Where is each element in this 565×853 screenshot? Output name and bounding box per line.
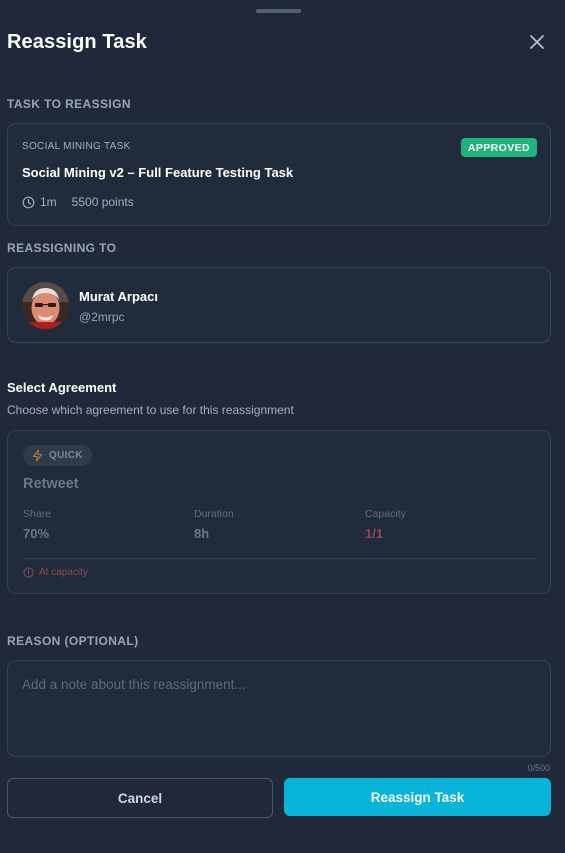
capacity-warning: At capacity	[23, 567, 88, 578]
agreement-option-retweet[interactable]: QUICK Retweet Share 70% Duration 8h Capa…	[7, 430, 551, 594]
quick-badge-label: QUICK	[49, 450, 83, 461]
assignee-card: Murat Arpacı @2mrpc	[7, 267, 551, 343]
capacity-warning-text: At capacity	[39, 567, 88, 578]
agreement-subheading: Choose which agreement to use for this r…	[7, 403, 294, 417]
assignee-handle: @2mrpc	[79, 310, 125, 324]
cancel-button[interactable]: Cancel	[7, 778, 273, 818]
agreement-heading: Select Agreement	[7, 380, 117, 395]
dialog-title: Reassign Task	[7, 30, 147, 53]
close-button[interactable]	[526, 31, 548, 53]
assignee-section-label: REASSIGNING TO	[7, 241, 117, 255]
status-badge: APPROVED	[460, 138, 537, 157]
capacity-label: Capacity	[365, 508, 406, 520]
alert-circle-icon	[23, 567, 34, 578]
duration-label: Duration	[194, 508, 234, 520]
task-type: SOCIAL MINING TASK	[22, 141, 131, 152]
avatar	[22, 282, 69, 329]
capacity-value: 1/1	[365, 526, 384, 541]
agreement-name: Retweet	[23, 476, 79, 492]
quick-badge: QUICK	[23, 445, 92, 466]
drag-handle[interactable]	[256, 9, 301, 13]
dialog-header: Reassign Task	[7, 30, 547, 54]
share-stat: Share 70%	[23, 508, 51, 541]
task-meta: 1m 5500 points	[22, 195, 134, 209]
task-title: Social Mining v2 – Full Feature Testing …	[22, 165, 294, 180]
task-card: SOCIAL MINING TASK APPROVED Social Minin…	[7, 123, 551, 226]
task-duration: 1m	[40, 195, 57, 209]
divider	[23, 558, 536, 559]
clock-icon	[22, 196, 35, 209]
task-points: 5500 points	[71, 195, 134, 209]
duration-value: 8h	[194, 526, 210, 541]
task-section-label: TASK TO REASSIGN	[7, 97, 131, 111]
close-icon	[530, 35, 544, 49]
reason-section-label: REASON (OPTIONAL)	[7, 634, 139, 648]
reason-textarea[interactable]	[7, 660, 551, 757]
char-count: 0/500	[527, 763, 550, 773]
capacity-stat: Capacity 1/1	[365, 508, 406, 541]
share-value: 70%	[23, 526, 50, 541]
assignee-name: Murat Arpacı	[79, 289, 158, 304]
lightning-icon	[31, 449, 44, 462]
share-label: Share	[23, 508, 52, 520]
reassign-task-button[interactable]: Reassign Task	[284, 778, 551, 816]
duration-stat: Duration 8h	[194, 508, 234, 541]
